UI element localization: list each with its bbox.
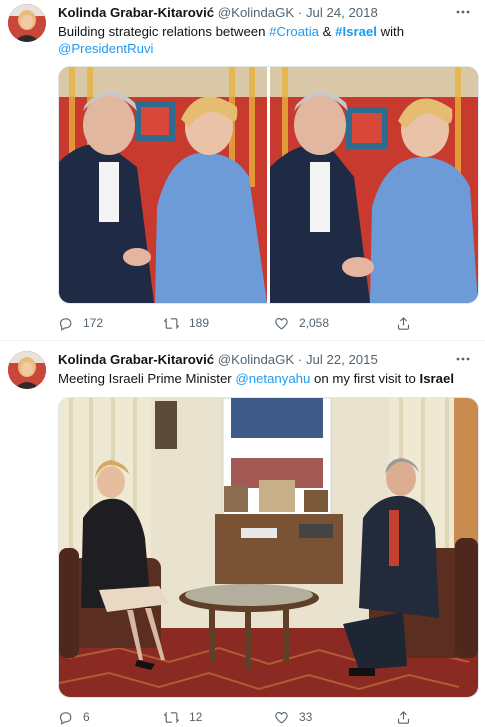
avatar[interactable] <box>8 351 46 389</box>
share-button[interactable] <box>396 313 421 333</box>
more-dots-icon[interactable] <box>453 5 473 19</box>
retweet-count: 12 <box>189 710 203 724</box>
tweet-text: Building strategic relations between #Cr… <box>58 23 471 57</box>
author-name[interactable]: Kolinda Grabar-Kitarović <box>58 352 214 367</box>
avatar[interactable] <box>8 4 46 42</box>
more-dots-icon[interactable] <box>453 352 473 366</box>
text-segment: with <box>376 24 405 39</box>
like-count: 33 <box>299 710 313 724</box>
reply-button[interactable]: 6 <box>58 707 90 727</box>
tweet-header: Kolinda Grabar-Kitarović @KolindaGK · Ju… <box>58 352 378 368</box>
tweet[interactable]: Kolinda Grabar-Kitarović @KolindaGK · Ju… <box>0 0 485 340</box>
share-icon <box>397 710 410 724</box>
author-handle[interactable]: @KolindaGK <box>218 352 294 367</box>
tweet-photo[interactable] <box>58 397 479 698</box>
retweet-icon <box>164 711 179 723</box>
tweet-actions: 172 189 2,058 <box>58 313 463 333</box>
like-button[interactable]: 2,058 <box>274 313 329 333</box>
tweet-date[interactable]: Jul 24, 2018 <box>306 5 378 20</box>
text-segment: Meeting Israeli Prime Minister <box>58 371 236 386</box>
retweet-button[interactable]: 189 <box>164 313 209 333</box>
tweet-date[interactable]: Jul 22, 2015 <box>306 352 378 367</box>
reply-icon <box>59 317 72 331</box>
tweet[interactable]: Kolinda Grabar-Kitarović @KolindaGK · Ju… <box>0 341 485 727</box>
share-button[interactable] <box>396 707 421 727</box>
photo-left <box>59 67 267 303</box>
retweet-count: 189 <box>189 316 210 330</box>
reply-button[interactable]: 172 <box>58 313 103 333</box>
author-handle[interactable]: @KolindaGK <box>218 5 294 20</box>
hashtag-israel-link[interactable]: #Israel <box>335 24 377 39</box>
text-segment: & <box>318 24 336 39</box>
author-name[interactable]: Kolinda Grabar-Kitarović <box>58 5 214 20</box>
tweet-actions: 6 12 33 <box>58 707 463 727</box>
separator-dot: · <box>297 5 303 20</box>
photo-right <box>270 67 478 303</box>
like-button[interactable]: 33 <box>274 707 312 727</box>
reply-icon <box>59 711 72 725</box>
reply-count: 172 <box>83 316 104 330</box>
tweet-header: Kolinda Grabar-Kitarović @KolindaGK · Ju… <box>58 5 378 21</box>
share-icon <box>397 316 410 330</box>
text-segment: Building strategic relations between <box>58 24 270 39</box>
mention-presidentruvi-link[interactable]: @PresidentRuvi <box>58 41 153 56</box>
heart-icon <box>275 711 288 723</box>
heart-icon <box>275 317 288 329</box>
israel-keyword: Israel <box>419 371 455 386</box>
hashtag-croatia-link[interactable]: #Croatia <box>269 24 319 39</box>
tweet-photos[interactable] <box>58 66 479 304</box>
like-count: 2,058 <box>299 316 330 330</box>
text-segment: on my first visit to <box>310 371 420 386</box>
reply-count: 6 <box>83 710 90 724</box>
separator-dot: · <box>297 352 303 367</box>
tweet-text: Meeting Israeli Prime Minister @netanyah… <box>58 370 471 387</box>
mention-netanyahu-link[interactable]: @netanyahu <box>235 371 310 386</box>
retweet-button[interactable]: 12 <box>164 707 202 727</box>
retweet-icon <box>164 317 179 329</box>
